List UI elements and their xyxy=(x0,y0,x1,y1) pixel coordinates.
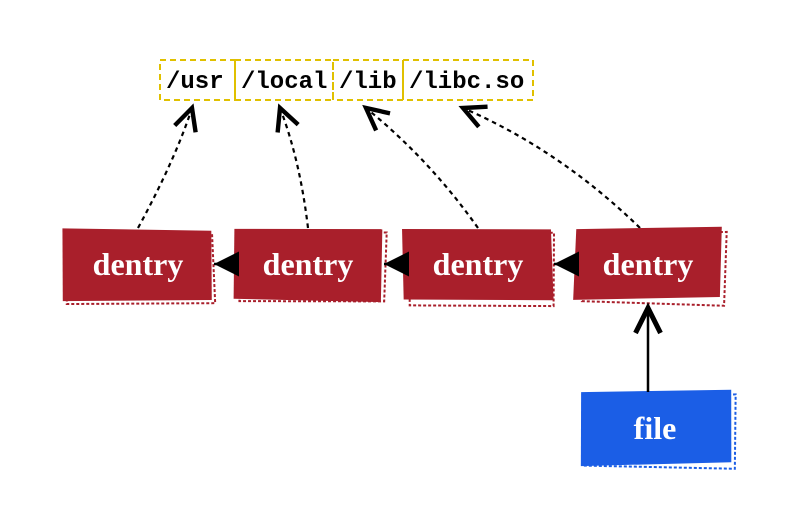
dentry-to-path-arrows xyxy=(138,108,640,228)
path-segment-text: /libc.so xyxy=(409,69,524,96)
dentry-label: dentry xyxy=(433,246,524,282)
path-segment-text: /lib xyxy=(339,69,397,96)
dentry-to-path-arrow xyxy=(138,108,192,228)
dentry-boxes: dentry dentry dentry dentry xyxy=(62,227,726,306)
file-label: file xyxy=(634,410,677,446)
dentry-to-path-arrow xyxy=(463,108,640,228)
dentry-diagram: /usr/local/lib/libc.so dentrydentrydentr… xyxy=(0,0,798,506)
file-box-group: file xyxy=(581,390,736,469)
dentry-to-path-arrow xyxy=(366,108,478,228)
path-segment-text: /usr xyxy=(166,69,224,96)
dentry-label: dentry xyxy=(263,246,354,282)
path-string: /usr/local/lib/libc.so xyxy=(160,60,533,100)
dentry-label: dentry xyxy=(603,246,694,282)
dentry-label: dentry xyxy=(93,246,184,282)
dentry-to-path-arrow xyxy=(280,108,308,228)
path-segment-text: /local xyxy=(241,69,327,96)
